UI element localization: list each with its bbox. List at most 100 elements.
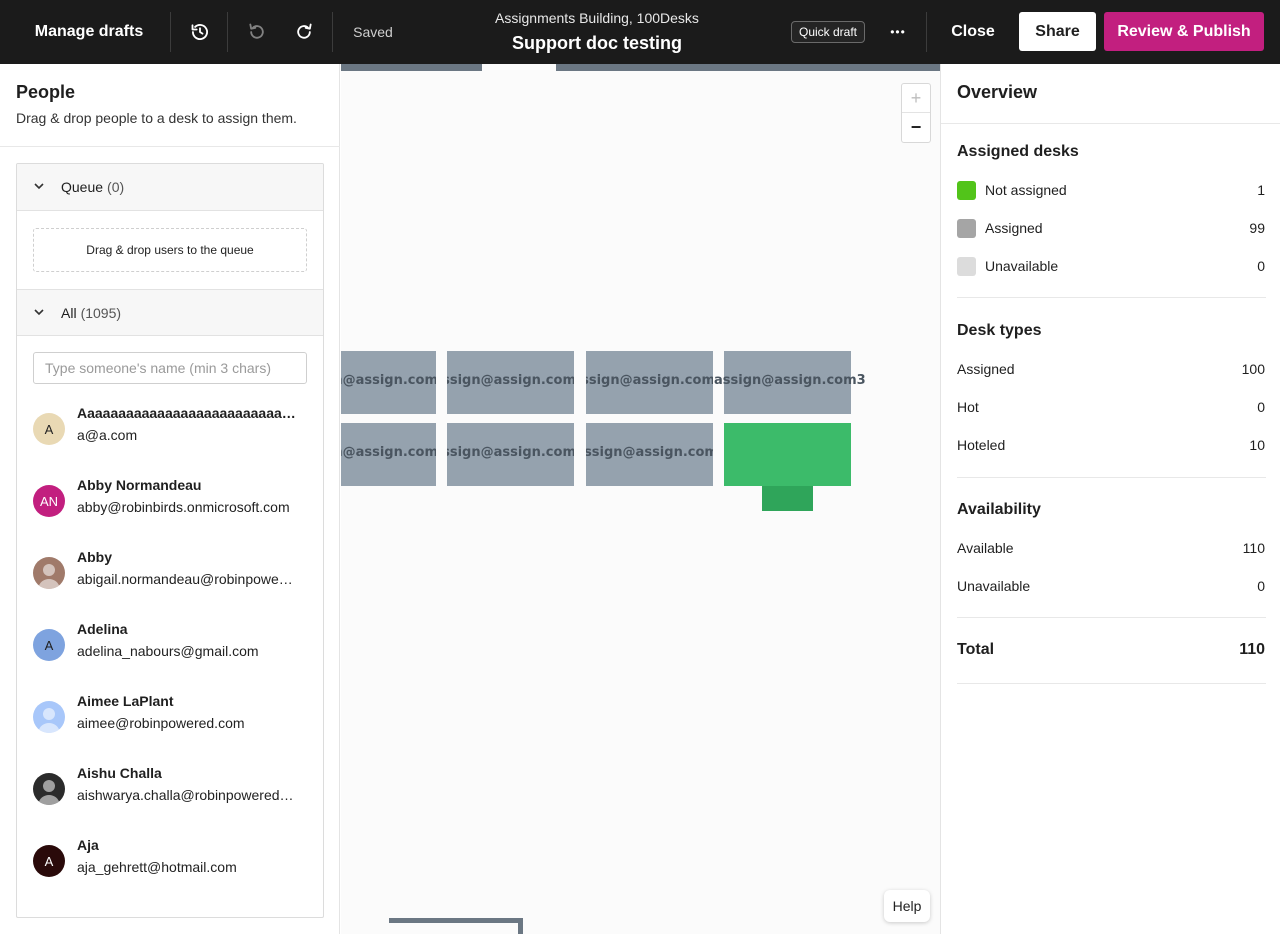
stat-value: 10 <box>1249 437 1265 453</box>
stat-value: 0 <box>1257 399 1265 415</box>
person-name: Abby Normandeau <box>77 477 202 493</box>
stat-available: Available 110 <box>957 538 1265 558</box>
review-publish-button[interactable]: Review & Publish <box>1104 12 1264 51</box>
person-name: Abby <box>77 549 112 565</box>
close-button[interactable]: Close <box>943 0 1003 64</box>
document-title-block: Assignments Building, 100Desks Support d… <box>440 8 754 56</box>
all-count: (1095) <box>80 304 122 321</box>
manage-drafts-button[interactable]: Manage drafts <box>18 0 160 64</box>
share-button[interactable]: Share <box>1019 12 1096 51</box>
person-list-item[interactable]: A Aja aja_gehrett@hotmail.com <box>17 831 323 891</box>
queue-count: (0) <box>107 179 125 195</box>
person-list-item[interactable]: Aimee LaPlant aimee@robinpowered.com <box>17 687 323 747</box>
zoom-out-button[interactable]: − <box>902 113 930 142</box>
help-button[interactable]: Help <box>884 890 930 922</box>
person-name: Aaaaaaaaaaaaaaaaaaaaaaaaaaaaa <box>77 405 297 421</box>
more-icon: ••• <box>890 25 906 39</box>
desk[interactable]: n@assign.com <box>341 423 436 486</box>
desk-label: assign@assign.com <box>447 445 574 460</box>
desk-label: assign@assign.com <box>586 373 713 388</box>
history-button[interactable] <box>180 0 220 64</box>
desk[interactable]: n@assign.com <box>341 351 436 414</box>
divider <box>926 12 927 52</box>
stat-not-assigned: Not assigned 1 <box>957 180 1265 200</box>
person-list-item[interactable]: Aishu Challa aishwarya.challa@robinpowere… <box>17 759 323 819</box>
desk-unassigned[interactable] <box>724 423 851 486</box>
person-name: Adelina <box>77 621 128 637</box>
avatar <box>33 773 65 805</box>
redo-icon <box>297 23 312 39</box>
stat-unavailable: Unavailable 0 <box>957 256 1265 276</box>
desk[interactable]: assign@assign.com3 <box>586 423 713 486</box>
draft-title[interactable]: Support doc testing <box>440 30 754 56</box>
people-panel: People Drag & drop people to a desk to a… <box>0 64 340 934</box>
wall <box>518 918 523 934</box>
avatar: AN <box>33 485 65 517</box>
person-email: adelina_nabours@gmail.com <box>77 643 259 659</box>
queue-section-toggle[interactable]: Queue (0) <box>17 164 323 211</box>
stat-value: 110 <box>1242 540 1265 556</box>
availability-heading: Availability <box>957 501 1041 518</box>
history-icon <box>191 24 208 41</box>
person-list-item[interactable]: A Aaaaaaaaaaaaaaaaaaaaaaaaaaaaa a@a.com <box>17 399 323 459</box>
stat-type-assigned: Assigned 100 <box>957 359 1265 379</box>
person-list-item[interactable]: A Adelina adelina_nabours@gmail.com <box>17 615 323 675</box>
divider <box>941 123 1280 124</box>
desk-label: assign@assign.com <box>447 373 574 388</box>
desk[interactable]: assign@assign.com3 <box>714 351 866 414</box>
avatar <box>33 701 65 733</box>
divider <box>332 12 333 52</box>
building-subtitle: Assignments Building, 100Desks <box>495 10 699 26</box>
stat-value: 0 <box>1257 578 1265 594</box>
top-bar: Manage drafts Saved Assignments Building… <box>0 0 1280 64</box>
avatar-photo-icon <box>38 708 60 733</box>
queue-label: Queue <box>61 179 104 195</box>
all-section-toggle[interactable]: All (1095) <box>17 289 323 336</box>
assigned-desks-heading: Assigned desks <box>957 143 1079 160</box>
zoom-in-button[interactable]: + <box>902 84 930 113</box>
legend-swatch-light-gray <box>957 256 976 276</box>
person-name: Aimee LaPlant <box>77 693 174 709</box>
zoom-controls: + − <box>901 83 931 143</box>
wall <box>389 918 523 923</box>
overview-panel: Overview Assigned desks Not assigned 1 A… <box>940 64 1280 934</box>
queue-drop-zone[interactable]: Drag & drop users to the queue <box>33 228 307 272</box>
stat-assigned: Assigned 99 <box>957 218 1265 238</box>
stat-label: Assigned <box>957 361 1015 377</box>
people-search-input[interactable] <box>33 352 307 384</box>
person-email: aja_gehrett@hotmail.com <box>77 859 237 875</box>
person-email: aishwarya.challa@robinpowered.com <box>77 787 297 803</box>
divider <box>957 297 1266 298</box>
stat-label: Unavailable <box>985 258 1059 274</box>
undo-icon <box>249 23 264 39</box>
avatar: A <box>33 413 65 445</box>
divider <box>957 477 1266 478</box>
avatar <box>33 557 65 589</box>
desk[interactable]: assign@assign.com <box>447 351 574 414</box>
desk[interactable]: assign@assign.com <box>586 351 713 414</box>
wall <box>341 64 482 71</box>
stat-availability-unavailable: Unavailable 0 <box>957 576 1265 596</box>
redo-button[interactable] <box>284 0 324 64</box>
desk-label: n@assign.com <box>341 373 436 388</box>
desk[interactable]: assign@assign.com <box>447 423 574 486</box>
total-label: Total <box>957 641 995 658</box>
more-options-button[interactable]: ••• <box>882 0 914 64</box>
avatar: A <box>33 845 65 877</box>
stat-label: Available <box>957 540 1014 556</box>
all-label: All <box>61 304 77 321</box>
person-email: abby@robinbirds.onmicrosoft.com <box>77 499 290 515</box>
undo-button[interactable] <box>237 0 277 64</box>
stat-label: Hot <box>957 399 979 415</box>
stat-label: Not assigned <box>985 182 1067 198</box>
desk-label: assign@assign.com3 <box>714 373 866 388</box>
stat-value: 0 <box>1257 258 1265 274</box>
person-list-item[interactable]: AN Abby Normandeau abby@robinbirds.onmicro… <box>17 471 323 531</box>
avatar-photo-icon <box>38 780 60 805</box>
floor-map-canvas[interactable]: + − n@assign.com assign@assign.com assig… <box>341 64 940 934</box>
desk-types-heading: Desk types <box>957 322 1042 339</box>
stat-label: Hoteled <box>957 437 1006 453</box>
legend-swatch-green <box>957 180 976 200</box>
people-subtitle: Drag & drop people to a desk to assign t… <box>16 110 297 126</box>
person-list-item[interactable]: Abby abigail.normandeau@robinpowered.com <box>17 543 323 603</box>
